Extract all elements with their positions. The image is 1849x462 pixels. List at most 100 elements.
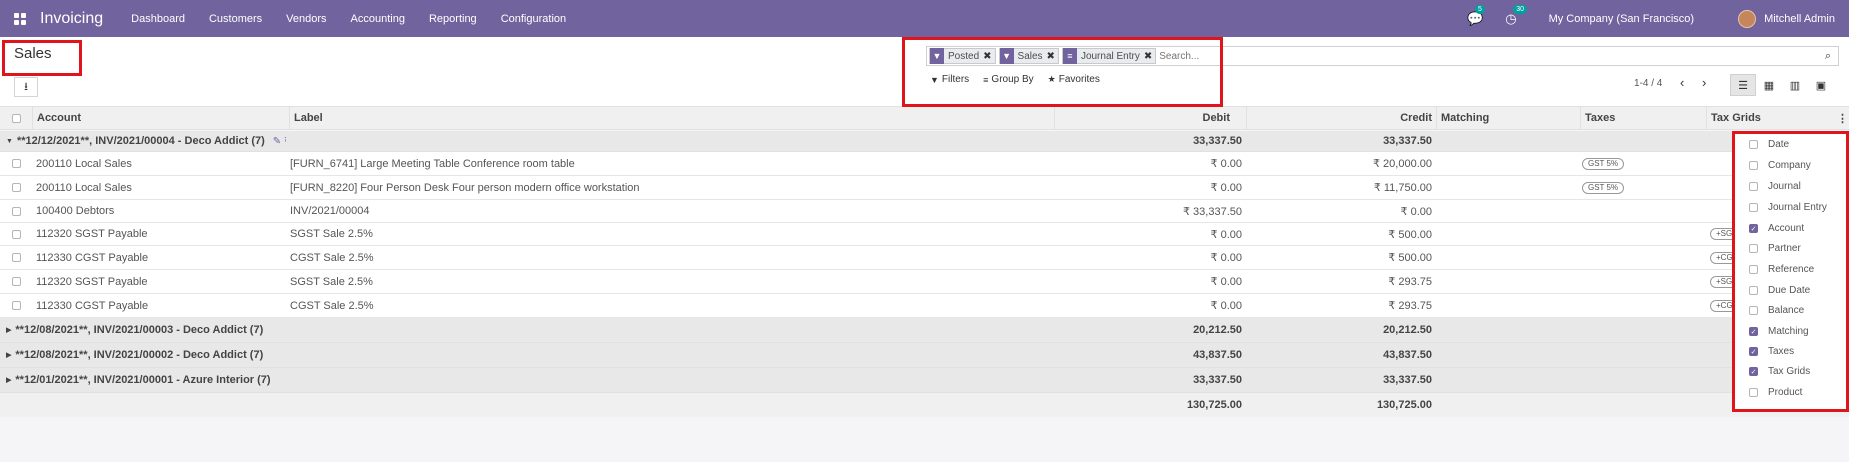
line-credit: ₹ 11,750.00 — [1373, 182, 1432, 194]
menu-configuration[interactable]: Configuration — [501, 13, 566, 25]
optcol-account[interactable]: ✓ Account — [1749, 223, 1804, 234]
optcol-taxes[interactable]: ✓ Taxes — [1749, 346, 1794, 357]
optcol-checkbox[interactable] — [1749, 286, 1758, 295]
row-checkbox[interactable] — [11, 301, 21, 310]
table-row[interactable]: 112320 SGST Payable SGST Sale 2.5% ₹ 0.0… — [0, 223, 1849, 246]
group-row[interactable]: ▶ **12/08/2021**, INV/2021/00003 - Deco A… — [0, 318, 1849, 343]
table-row[interactable]: 100400 Debtors INV/2021/00004 ₹ 33,337.5… — [0, 200, 1849, 223]
optcol-checkbox[interactable] — [1749, 140, 1758, 149]
optcol-checkbox-checked[interactable]: ✓ — [1749, 347, 1758, 356]
select-all-checkbox[interactable] — [11, 113, 21, 123]
optcol-matching[interactable]: ✓ Matching — [1749, 326, 1809, 337]
optcol-label: Date — [1768, 139, 1790, 150]
table-row[interactable]: 200110 Local Sales [FURN_6741] Large Mee… — [0, 152, 1849, 176]
total-credit: 130,725.00 — [1376, 399, 1432, 411]
optcol-reference[interactable]: Reference — [1749, 264, 1814, 275]
pager-previous-icon[interactable]: ‹ — [1680, 75, 1684, 90]
line-debit: ₹ 0.00 — [1210, 182, 1242, 194]
optcol-label: Tax Grids — [1768, 366, 1811, 377]
activities-icon[interactable]: ◷ 30 — [1505, 4, 1528, 27]
table-footer: 130,725.00 130,725.00 — [0, 393, 1849, 417]
caret-right-icon: ▶ — [6, 327, 12, 334]
optcol-journal[interactable]: Journal — [1749, 181, 1801, 192]
header-matching[interactable]: Matching — [1436, 107, 1580, 129]
row-checkbox[interactable] — [11, 253, 21, 262]
optcol-checkbox[interactable] — [1749, 388, 1758, 397]
row-checkbox[interactable] — [11, 159, 21, 168]
group-action-icons[interactable]: ✎ ↻ ⧉ — [273, 136, 286, 147]
line-account: 112330 CGST Payable — [36, 251, 149, 264]
app-name[interactable]: Invoicing — [40, 10, 103, 28]
line-label: CGST Sale 2.5% — [290, 299, 374, 312]
optcol-checkbox-checked[interactable]: ✓ — [1749, 224, 1758, 233]
search-input[interactable] — [1159, 50, 1818, 62]
row-checkbox[interactable] — [11, 183, 21, 192]
menu-dashboard[interactable]: Dashboard — [131, 13, 185, 25]
optcol-balance[interactable]: Balance — [1749, 305, 1804, 316]
user-avatar[interactable] — [1738, 9, 1757, 28]
menu-reporting[interactable]: Reporting — [429, 13, 477, 25]
optcol-checkbox[interactable] — [1749, 182, 1758, 191]
group-credit: 43,837.50 — [1383, 349, 1432, 361]
group-row[interactable]: ▶ **12/01/2021**, INV/2021/00001 - Azure … — [0, 368, 1849, 393]
header-debit[interactable]: Debit — [1054, 107, 1246, 129]
group-row[interactable]: ▶ **12/08/2021**, INV/2021/00002 - Deco A… — [0, 343, 1849, 368]
messages-icon[interactable]: 💬 5 — [1467, 4, 1485, 27]
line-credit: ₹ 0.00 — [1400, 205, 1432, 218]
pivot-view-icon[interactable]: ▦ — [1756, 74, 1782, 96]
row-checkbox[interactable] — [11, 229, 21, 239]
menu-customers[interactable]: Customers — [209, 13, 262, 25]
line-tax-grids-cell: +CG — [1710, 246, 1732, 269]
header-account[interactable]: Account — [32, 107, 289, 129]
menu-vendors[interactable]: Vendors — [286, 13, 326, 25]
header-label[interactable]: Label — [289, 107, 1054, 129]
table-row[interactable]: 112320 SGST Payable SGST Sale 2.5% ₹ 0.0… — [0, 270, 1849, 294]
optcol-partner[interactable]: Partner — [1749, 243, 1801, 254]
row-checkbox[interactable] — [11, 277, 21, 286]
table-row[interactable]: 112330 CGST Payable CGST Sale 2.5% ₹ 0.0… — [0, 294, 1849, 318]
optcol-company[interactable]: Company — [1749, 160, 1811, 171]
optcol-tax-grids[interactable]: ✓ Tax Grids — [1749, 366, 1810, 377]
line-debit: ₹ 0.00 — [1210, 276, 1242, 288]
header-taxes[interactable]: Taxes — [1580, 107, 1706, 129]
line-account: 200110 Local Sales — [36, 157, 132, 170]
optional-columns-toggle-icon[interactable]: ⋮ — [1836, 107, 1849, 129]
optcol-journal-entry[interactable]: Journal Entry — [1749, 202, 1827, 213]
search-icon[interactable]: ⌕ — [1818, 50, 1838, 63]
company-switcher[interactable]: My Company (San Francisco) — [1549, 13, 1695, 25]
optcol-checkbox-checked[interactable]: ✓ — [1749, 327, 1758, 336]
optcol-label: Journal — [1768, 181, 1801, 192]
kanban-view-icon[interactable]: ▣ — [1808, 74, 1834, 96]
table-row[interactable]: 200110 Local Sales [FURN_8220] Four Pers… — [0, 176, 1849, 200]
group-row[interactable]: ▼ **12/12/2021**, INV/2021/00004 - Deco A… — [0, 131, 1849, 152]
download-icon[interactable]: ⭳ — [14, 77, 38, 97]
line-taxes-cell: GST 5% — [1582, 176, 1702, 199]
view-switcher: ☰ ▦ ▥ ▣ — [1730, 74, 1834, 96]
list-view-icon[interactable]: ☰ — [1730, 74, 1756, 96]
menu-accounting[interactable]: Accounting — [351, 13, 405, 25]
row-select-cell — [0, 246, 32, 269]
header-credit[interactable]: Credit — [1246, 107, 1436, 129]
header-tax-grids[interactable]: Tax Grids — [1706, 107, 1841, 129]
table-row[interactable]: 112330 CGST Payable CGST Sale 2.5% ₹ 0.0… — [0, 246, 1849, 270]
user-menu[interactable]: Mitchell Admin — [1764, 13, 1835, 25]
tax-tag: GST 5% — [1582, 181, 1625, 194]
line-label: CGST Sale 2.5% — [290, 251, 374, 264]
optcol-date[interactable]: Date — [1749, 139, 1789, 150]
optcol-due-date[interactable]: Due Date — [1749, 285, 1810, 296]
optcol-checkbox[interactable] — [1749, 265, 1758, 274]
optcol-product[interactable]: Product — [1749, 387, 1802, 398]
pager-next-icon[interactable]: › — [1702, 75, 1706, 90]
graph-view-icon[interactable]: ▥ — [1782, 74, 1808, 96]
pager-value[interactable]: 1-4 / 4 — [1634, 78, 1662, 89]
group-debit: 33,337.50 — [1193, 374, 1242, 386]
optcol-checkbox[interactable] — [1749, 244, 1758, 253]
row-checkbox[interactable] — [11, 206, 21, 216]
apps-menu-icon[interactable] — [0, 0, 40, 37]
optcol-checkbox[interactable] — [1749, 161, 1758, 170]
optcol-checkbox[interactable] — [1749, 203, 1758, 212]
caret-right-icon: ▶ — [6, 352, 12, 359]
optcol-checkbox-checked[interactable]: ✓ — [1749, 367, 1758, 376]
line-account: 112320 SGST Payable — [36, 275, 148, 288]
optcol-checkbox[interactable] — [1749, 306, 1758, 315]
